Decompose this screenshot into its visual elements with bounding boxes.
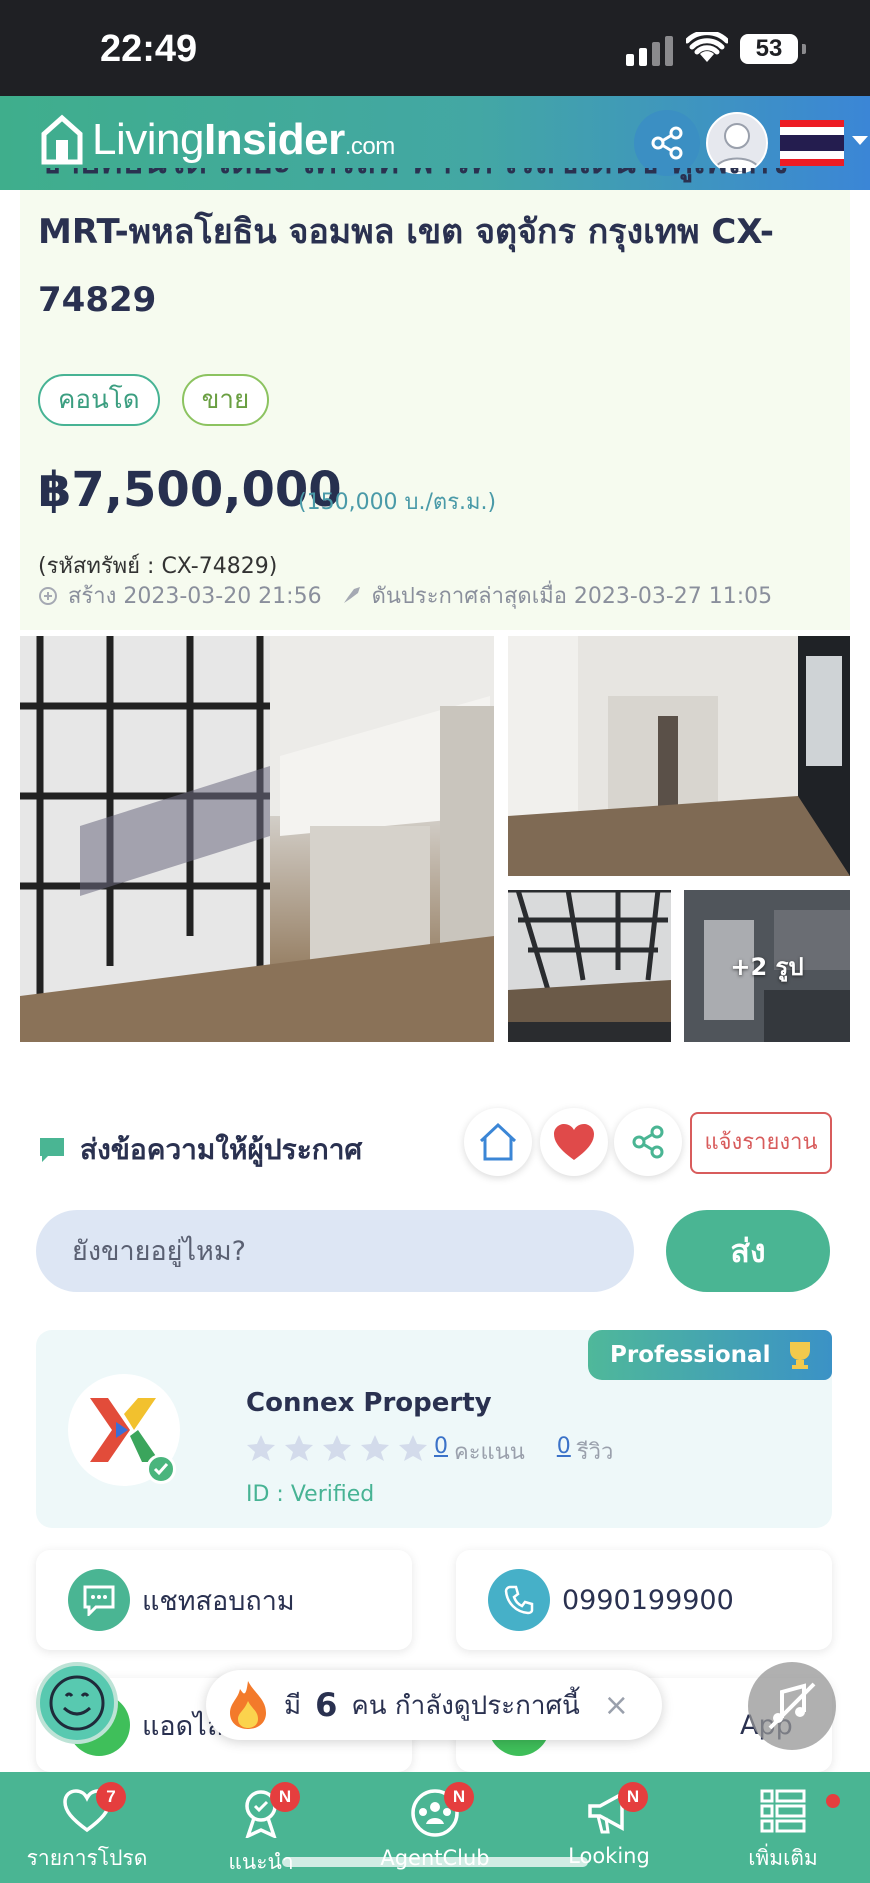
feedback-smiley-button[interactable] [36, 1662, 118, 1744]
viewers-prefix: มี [284, 1690, 302, 1721]
logo-com: .com [344, 133, 396, 160]
star-icon [399, 1435, 427, 1461]
chip-sale[interactable]: ขาย [181, 374, 270, 426]
home-icon [479, 1122, 517, 1161]
viewers-suffix: คน กำลังดูประกาศนี้ [351, 1690, 580, 1721]
smiley-icon [49, 1675, 105, 1731]
score-label: คะแนน [454, 1440, 525, 1465]
agent-id-status: ID : Verified [246, 1482, 375, 1507]
photo-main[interactable] [20, 636, 494, 1042]
avatar-icon [712, 123, 762, 172]
viewers-toast: มี 6 คน กำลังดูประกาศนี้ × [206, 1670, 662, 1740]
mute-button[interactable] [748, 1662, 836, 1750]
bumped-date: ดันประกาศล่าสุดเมื่อ 2023-03-27 11:05 [371, 584, 773, 609]
agent-name[interactable]: Connex Property [246, 1388, 492, 1418]
share-button[interactable] [614, 1108, 682, 1176]
score-count-link[interactable]: 0 [434, 1434, 448, 1469]
chip-condo[interactable]: คอนโด [38, 374, 160, 426]
listing-dates: สร้าง 2023-03-20 21:56 ดันประกาศล่าสุดเม… [38, 578, 772, 613]
logo-house-icon [41, 114, 83, 165]
status-time: 22:49 [100, 28, 198, 70]
review-count-link[interactable]: 0 [557, 1434, 571, 1469]
toast-close-icon[interactable]: × [604, 1688, 629, 1723]
share-icon [632, 1125, 664, 1159]
photo-4[interactable]: +2 รูป [684, 890, 850, 1042]
more-photos-label[interactable]: +2 รูป [684, 890, 850, 1042]
rating-stars [246, 1434, 428, 1462]
logo-living: Living [92, 115, 204, 164]
status-bar: 22:49 53 [0, 0, 870, 96]
listing-title: ขายคอนโด เดอะ เครสท์ พาร์ค เรสซิเดนซ์ คู… [38, 168, 838, 334]
language-caret-icon[interactable] [852, 136, 868, 145]
wifi-icon [686, 32, 728, 62]
logo-insider: Insider [203, 115, 345, 164]
price-per-sqm: (150,000 บ./ตร.ม.) [298, 490, 497, 515]
menu-icon [760, 1789, 806, 1833]
favorite-button[interactable] [540, 1108, 608, 1176]
created-date: สร้าง 2023-03-20 21:56 [68, 584, 322, 609]
nav-agentclub-badge: N [444, 1782, 474, 1812]
contact-title: ส่งข้อความให้ผู้ประกาศ [80, 1133, 363, 1166]
report-button[interactable]: แจ้งรายงาน [690, 1112, 832, 1174]
nav-favorites-label: รายการโปรด [26, 1846, 148, 1870]
professional-badge: Professional [588, 1330, 832, 1380]
photo-2-art [508, 636, 850, 876]
rocket-icon [343, 586, 360, 603]
verified-check-icon [146, 1454, 176, 1484]
thai-flag-icon[interactable] [780, 120, 844, 166]
nav-favorites-badge: 7 [96, 1782, 126, 1812]
nav-looking-badge: N [618, 1782, 648, 1812]
star-icon [285, 1435, 313, 1461]
contact-heading: ส่งข้อความให้ผู้ประกาศ [38, 1128, 362, 1172]
message-input[interactable] [36, 1210, 634, 1292]
photo-3[interactable] [508, 890, 671, 1042]
listing-title-line3: 74829 [38, 280, 157, 320]
nav-favorites[interactable]: รายการโปรด 7 [0, 1772, 174, 1883]
compare-button[interactable] [464, 1108, 532, 1176]
site-logo[interactable]: LivingInsider.com [40, 114, 395, 166]
photo-main-art [20, 636, 494, 1042]
nav-recommend-badge: N [270, 1782, 300, 1812]
nav-more-label: เพิ่มเติม [748, 1846, 818, 1870]
photo-2[interactable] [508, 636, 850, 876]
chat-button[interactable]: แชทสอบถาม [36, 1550, 412, 1650]
nav-more[interactable]: เพิ่มเติม [696, 1772, 870, 1883]
heart-icon [554, 1124, 594, 1160]
photo-3-art [508, 890, 671, 1042]
trophy-icon [790, 1342, 811, 1369]
star-icon [361, 1435, 389, 1461]
header-share-button[interactable] [634, 110, 700, 176]
chat-icon [68, 1569, 130, 1631]
battery-indicator: 53 [740, 34, 806, 64]
star-icon [247, 1435, 275, 1461]
star-icon [323, 1435, 351, 1461]
send-button[interactable]: ส่ง [666, 1210, 830, 1292]
listing-price: ฿7,500,000 [38, 462, 342, 518]
phone-button[interactable]: 0990199900 [456, 1550, 832, 1650]
review-label: รีวิว [576, 1440, 614, 1465]
mute-icon [768, 1682, 816, 1730]
nav-more-dot [826, 1794, 840, 1808]
fire-icon [230, 1681, 266, 1729]
listing-summary: ขายคอนโด เดอะ เครสท์ พาร์ค เรสซิเดนซ์ คู… [20, 168, 850, 630]
listing-title-line1: ขายคอนโด เดอะ เครสท์ พาร์ค เรสซิเดนซ์ คู… [38, 168, 838, 196]
viewers-count: 6 [315, 1686, 338, 1724]
home-indicator [282, 1857, 588, 1867]
user-avatar[interactable] [706, 112, 768, 174]
signal-icon [626, 36, 673, 66]
professional-label: Professional [610, 1342, 771, 1368]
chat-bubble-icon [40, 1138, 64, 1162]
phone-icon [488, 1569, 550, 1631]
listing-title-line2: MRT-พหลโยธิน จอมพล เขต จตุจักร กรุงเทพ C… [38, 212, 774, 252]
phone-number: 0990199900 [562, 1584, 734, 1616]
created-icon [39, 586, 57, 605]
rating-summary: 0 คะแนน 0 รีวิว [434, 1434, 613, 1469]
chat-button-label: แชทสอบถาม [142, 1585, 295, 1617]
share-icon [651, 126, 683, 160]
